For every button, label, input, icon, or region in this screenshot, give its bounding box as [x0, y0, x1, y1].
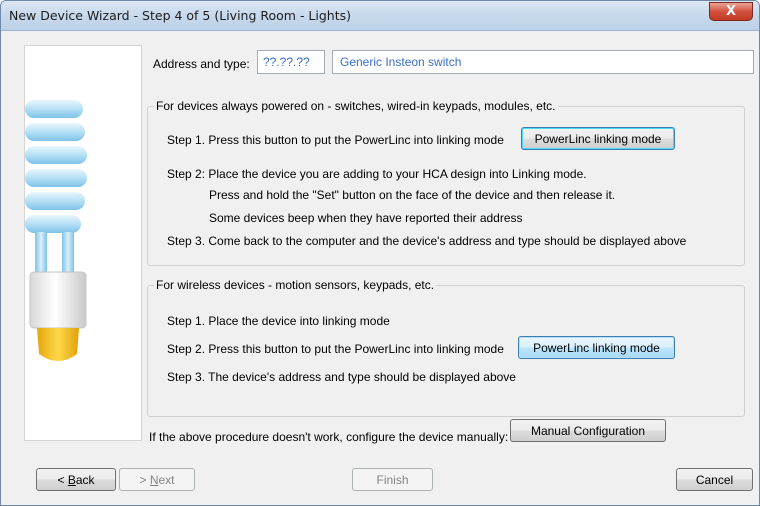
next-prefix: >	[139, 472, 150, 487]
manual-configuration-button[interactable]: Manual Configuration	[510, 419, 666, 442]
wired-step-2-detail-2: Some devices beep when they have reporte…	[209, 211, 523, 225]
wired-group-title: For devices always powered on - switches…	[154, 99, 558, 113]
wireless-step-1: Step 1. Place the device into linking mo…	[167, 314, 390, 328]
next-accelerator: N	[149, 472, 159, 487]
back-accelerator: B	[67, 472, 76, 487]
manual-config-text: If the above procedure doesn't work, con…	[149, 430, 509, 444]
address-label: Address and type:	[153, 57, 250, 71]
wireless-devices-group: For wireless devices - motion sensors, k…	[147, 278, 745, 417]
wired-devices-group: For devices always powered on - switches…	[147, 99, 745, 266]
finish-button[interactable]: Finish	[352, 468, 433, 491]
back-prefix: <	[57, 472, 68, 487]
wired-step-2-detail-1: Press and hold the "Set" button on the f…	[209, 188, 616, 202]
wired-step-2: Step 2: Place the device you are adding …	[167, 167, 587, 181]
next-button[interactable]: > Next	[119, 468, 195, 491]
title-bar: New Device Wizard - Step 4 of 5 (Living …	[1, 1, 759, 31]
address-field[interactable]: ??.??.??	[257, 50, 325, 74]
back-button[interactable]: < Back	[36, 468, 116, 491]
wired-powerlinc-linking-button[interactable]: PowerLinc linking mode	[521, 127, 675, 150]
cancel-button[interactable]: Cancel	[676, 468, 753, 491]
wireless-group-title: For wireless devices - motion sensors, k…	[154, 278, 437, 292]
wizard-window: New Device Wizard - Step 4 of 5 (Living …	[0, 0, 760, 506]
wizard-content: Address and type: ??.??.?? Generic Inste…	[9, 31, 754, 501]
wireless-powerlinc-linking-button[interactable]: PowerLinc linking mode	[518, 336, 675, 359]
wireless-step-2: Step 2. Press this button to put the Pow…	[167, 342, 504, 356]
wired-step-3: Step 3. Come back to the computer and th…	[167, 234, 687, 248]
device-type-field[interactable]: Generic Insteon switch	[332, 50, 754, 74]
close-button[interactable]: X	[709, 2, 753, 21]
window-title: New Device Wizard - Step 4 of 5 (Living …	[9, 8, 352, 23]
next-rest: ext	[158, 472, 175, 487]
light-bulb-icon	[24, 45, 142, 441]
wired-step-1: Step 1. Press this button to put the Pow…	[167, 133, 504, 147]
back-rest: ack	[75, 472, 95, 487]
wireless-step-3: Step 3. The device's address and type sh…	[167, 370, 516, 384]
